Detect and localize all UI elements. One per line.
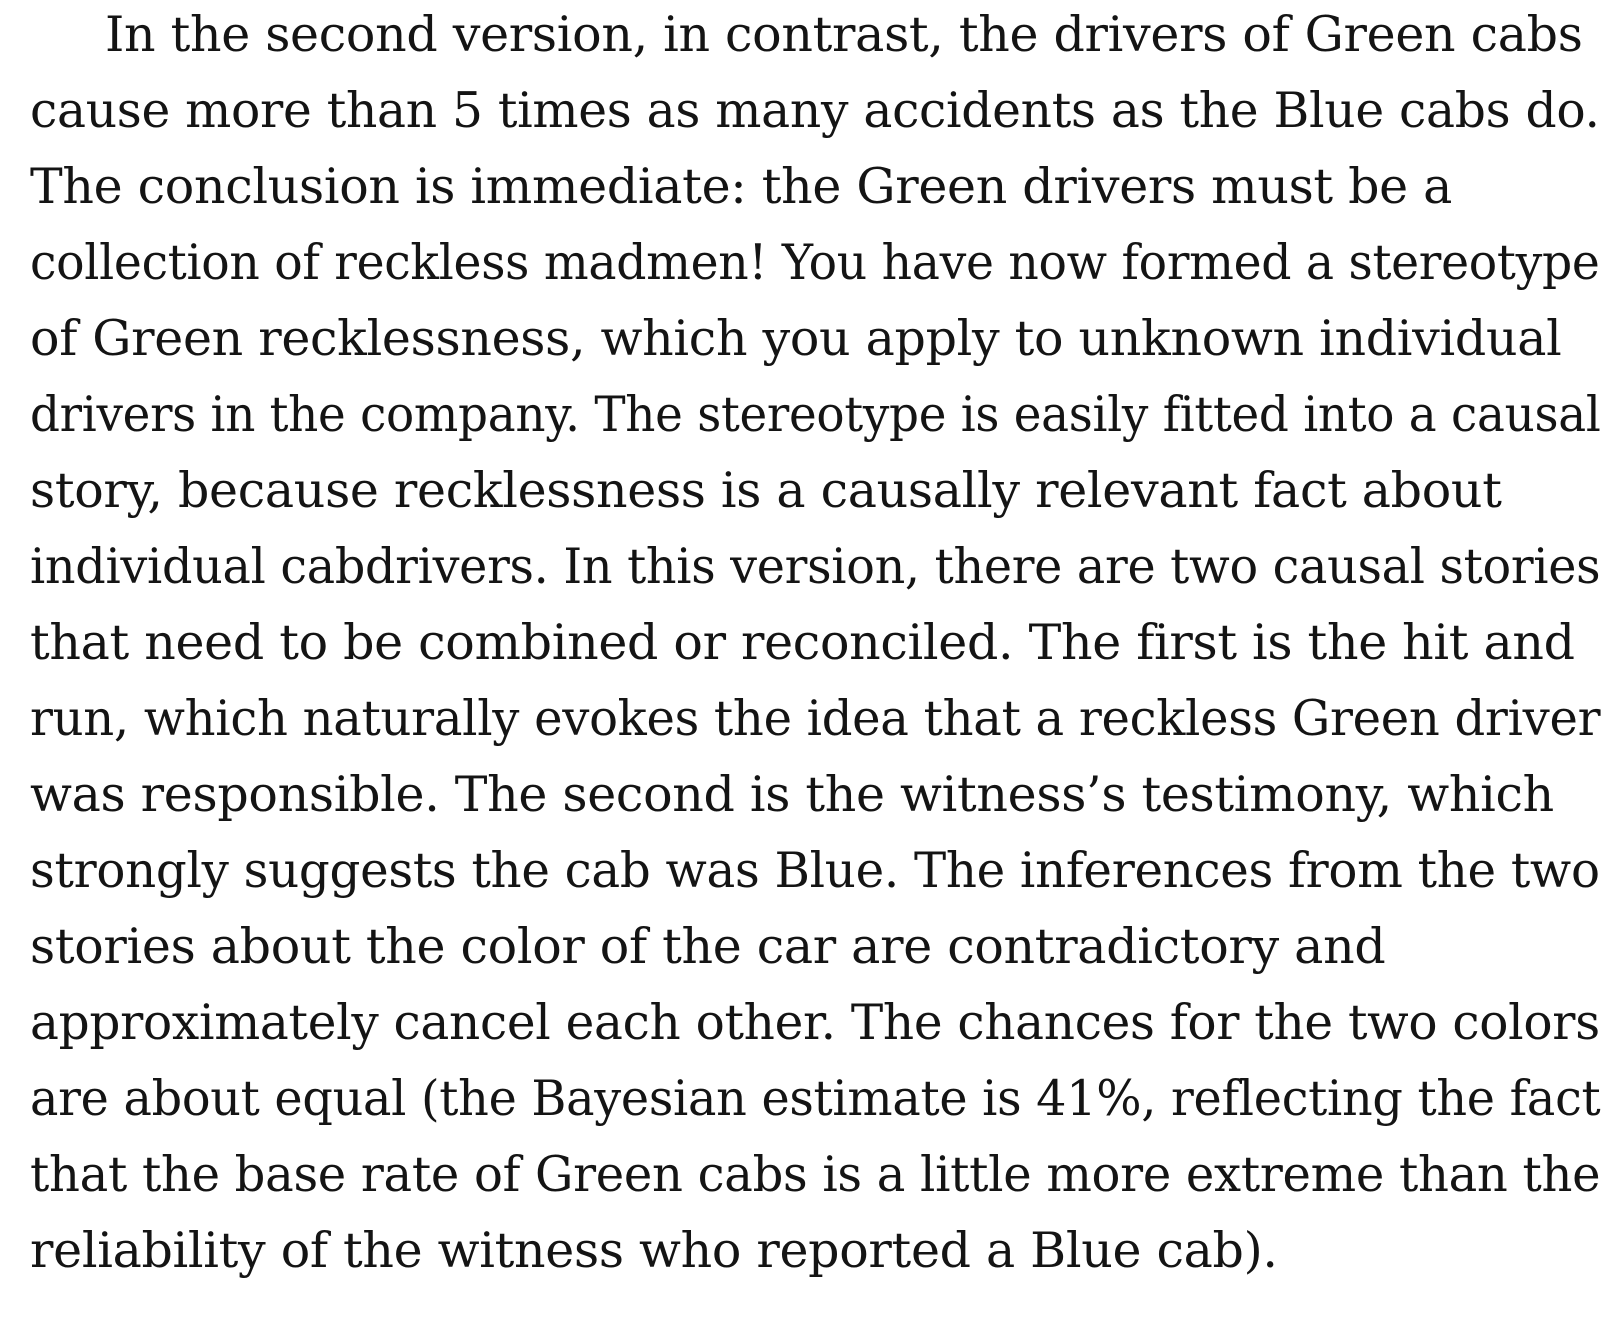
paragraph-line: was responsible. The second is the witne… [30,766,1554,823]
paragraph-line: strongly suggests the cab was Blue. The … [30,842,1600,899]
paragraph-line: of Green recklessness, which you apply t… [30,310,1562,367]
document-page: In the second version, in contrast, the … [30,0,1601,1328]
paragraph-line: reliability of the witness who reported … [30,1222,1278,1279]
paragraph-line: The conclusion is immediate: the Green d… [30,158,1453,215]
paragraph-line: that the base rate of Green cabs is a li… [30,1146,1601,1203]
paragraph-line: are about equal (the Bayesian estimate i… [30,1070,1601,1127]
paragraph-line: approximately cancel each other. The cha… [30,994,1600,1051]
paragraph-line: run, which naturally evokes the idea tha… [30,690,1601,747]
paragraph-line: stories about the color of the car are c… [30,918,1386,975]
paragraph-line: story, because recklessness is a causall… [30,462,1502,519]
paragraph-line: In the second version, in contrast, the … [105,6,1583,63]
paragraph-line: that need to be combined or reconciled. … [30,614,1575,671]
paragraph-line: cause more than 5 times as many accident… [30,82,1600,139]
paragraph-line: drivers in the company. The stereotype i… [30,386,1601,443]
paragraph-line: collection of reckless madmen! You have … [30,234,1600,291]
paragraph-line: individual cabdrivers. In this version, … [30,538,1601,595]
